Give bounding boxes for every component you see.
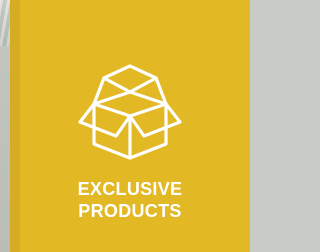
- tile-title-line-2: PRODUCTS: [78, 201, 182, 221]
- open-box-icon: [78, 64, 182, 160]
- tile-title-line-1: EXCLUSIVE: [77, 179, 183, 199]
- exclusive-products-tile[interactable]: EXCLUSIVE PRODUCTS: [10, 0, 250, 252]
